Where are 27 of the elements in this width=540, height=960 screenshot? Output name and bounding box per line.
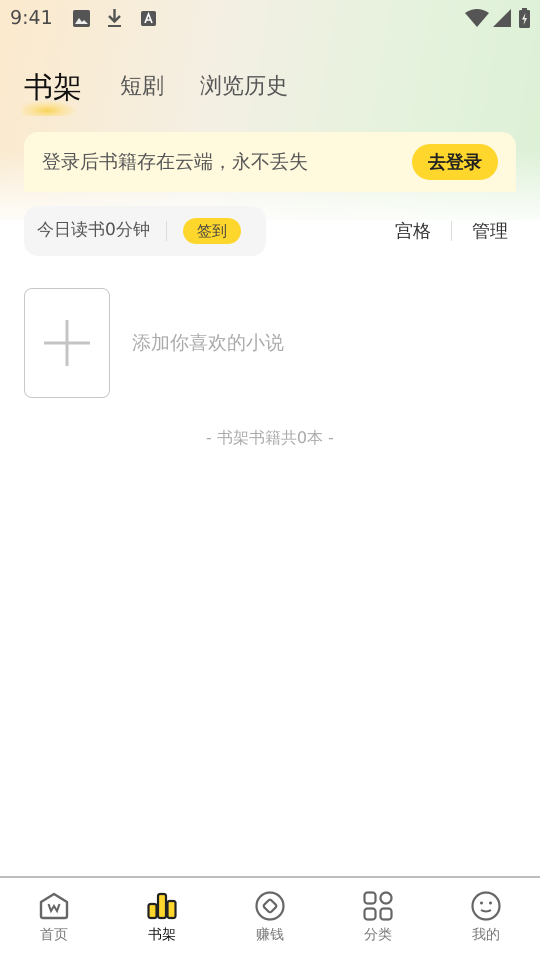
download-icon (106, 8, 122, 28)
login-button[interactable]: 去登录 (412, 144, 498, 180)
signal-icon (493, 9, 511, 27)
check-in-button[interactable]: 签到 (182, 218, 241, 244)
plus-icon (44, 320, 90, 366)
grid-view-button[interactable]: 宫格 (395, 218, 431, 244)
battery-icon (519, 8, 530, 28)
wifi-icon (465, 9, 489, 27)
nav-tab[interactable]: 赚钱 (216, 890, 324, 946)
tab[interactable]: 浏览历史 (200, 70, 288, 103)
shelf-count: - 书架书籍共0本 - (206, 427, 334, 449)
nav-tab[interactable]: 我的 (432, 890, 540, 946)
add-book-button[interactable] (24, 288, 110, 398)
tab[interactable]: 短剧 (120, 70, 164, 103)
category-grid-icon (363, 891, 393, 921)
books-icon (147, 892, 177, 920)
manage-button[interactable]: 管理 (472, 218, 508, 244)
nav-tab[interactable]: 首页 (0, 890, 108, 946)
nav-tab[interactable]: 分类 (324, 890, 432, 946)
add-book-hint: 添加你喜欢的小说 (132, 330, 284, 356)
login-prompt: 登录后书籍存在云端，永不丢失 (42, 150, 308, 175)
reading-time: 今日读书0分钟 (37, 219, 150, 242)
status-time: 9:41 (10, 6, 53, 31)
home-icon (39, 892, 69, 920)
smiley-icon (471, 891, 501, 921)
nav-tab[interactable]: 书架 (108, 890, 216, 946)
coin-icon (255, 891, 285, 921)
